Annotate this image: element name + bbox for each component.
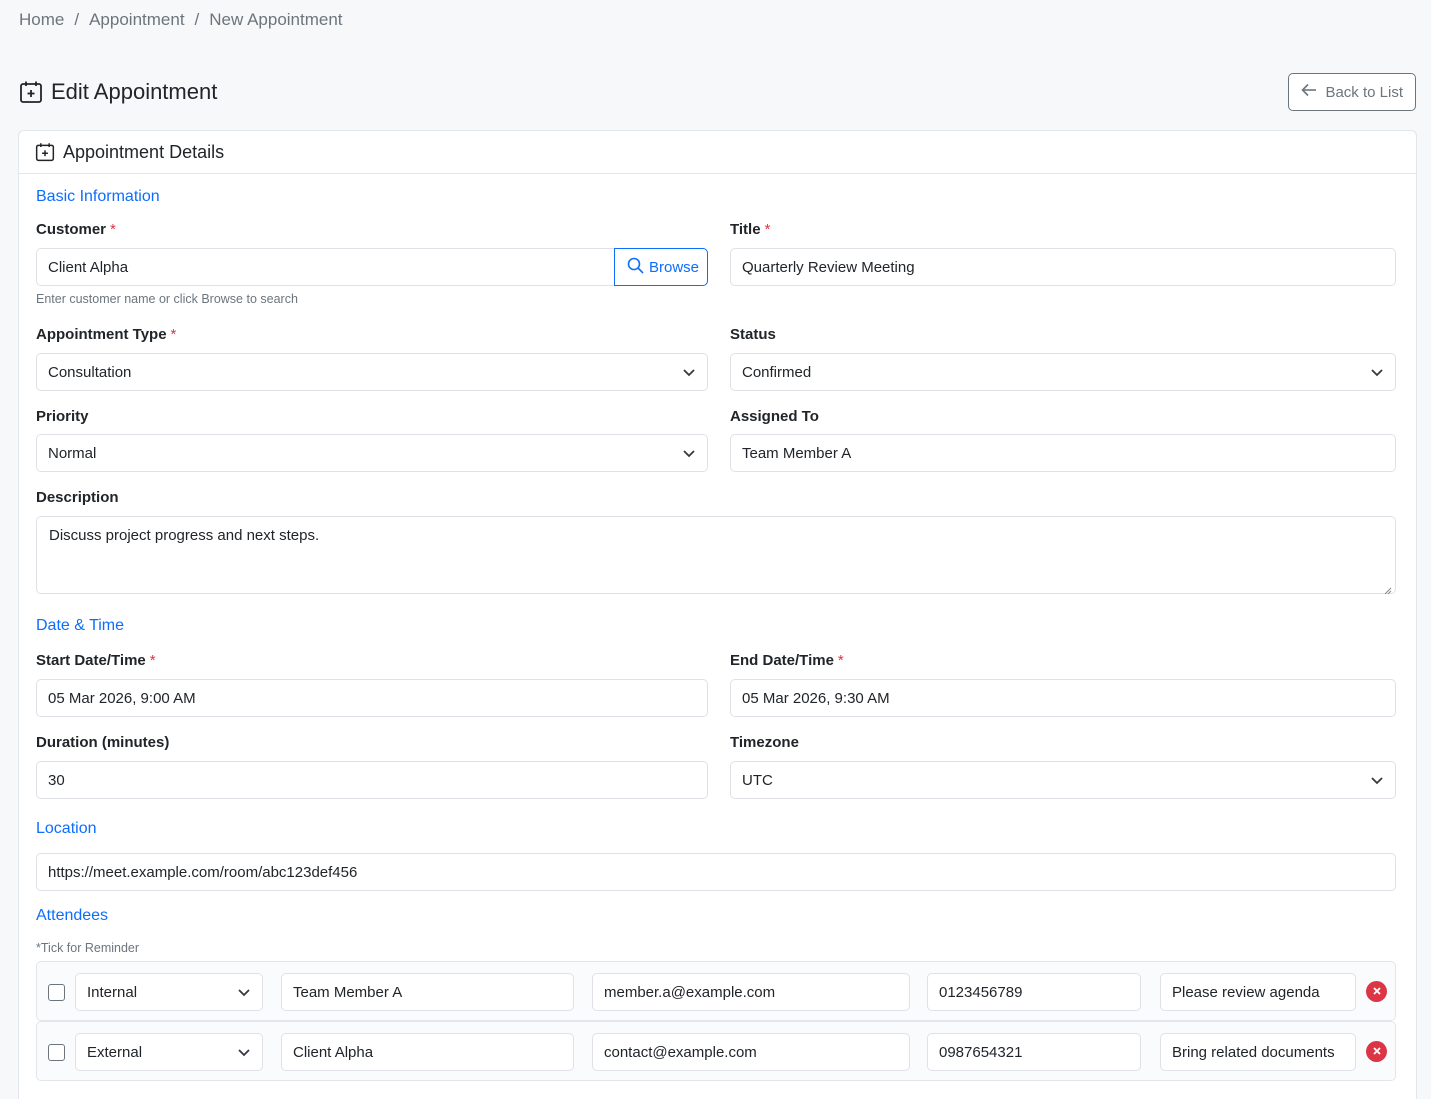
page-title-text: Edit Appointment bbox=[51, 79, 218, 104]
chevron-down-icon bbox=[237, 985, 251, 999]
location-input[interactable]: https://meet.example.com/room/abc123def4… bbox=[36, 853, 1396, 891]
duration-label: Duration (minutes) bbox=[36, 734, 170, 751]
chevron-down-icon bbox=[237, 1045, 251, 1059]
search-icon bbox=[627, 257, 644, 278]
end-datetime-label: End Date/Time * bbox=[730, 652, 844, 669]
customer-input[interactable]: Client Alpha bbox=[36, 248, 615, 286]
close-icon bbox=[1372, 983, 1382, 1000]
attendee-phone-input[interactable]: 0987654321 bbox=[927, 1033, 1141, 1071]
reminder-checkbox[interactable] bbox=[48, 1044, 65, 1061]
back-to-list-label: Back to List bbox=[1325, 83, 1403, 101]
start-datetime-label: Start Date/Time * bbox=[36, 652, 156, 669]
breadcrumb: Home / Appointment / New Appointment bbox=[19, 10, 343, 30]
title-input[interactable]: Quarterly Review Meeting bbox=[730, 248, 1396, 286]
customer-help-text: Enter customer name or click Browse to s… bbox=[36, 292, 298, 306]
calendar-plus-icon bbox=[35, 142, 55, 162]
appointment-type-select[interactable]: Consultation bbox=[36, 353, 708, 391]
calendar-plus-icon bbox=[19, 80, 43, 104]
priority-label: Priority bbox=[36, 408, 89, 425]
browse-label: Browse bbox=[649, 258, 700, 276]
start-datetime-input[interactable]: 05 Mar 2026, 9:00 AM bbox=[36, 679, 708, 717]
assigned-to-input[interactable]: Team Member A bbox=[730, 434, 1396, 472]
browse-customer-button[interactable]: Browse bbox=[614, 248, 708, 286]
chevron-down-icon bbox=[682, 365, 696, 379]
close-icon bbox=[1372, 1043, 1382, 1060]
section-location: Location bbox=[36, 820, 97, 837]
attendee-note-input[interactable]: Bring related documents bbox=[1160, 1033, 1356, 1071]
page-header: Edit Appointment Back to List bbox=[19, 73, 1416, 111]
chevron-down-icon bbox=[1370, 365, 1384, 379]
attendee-type-select[interactable]: External bbox=[75, 1033, 263, 1071]
attendee-email-input[interactable]: member.a@example.com bbox=[592, 973, 910, 1011]
remove-attendee-button[interactable] bbox=[1366, 981, 1387, 1002]
breadcrumb-separator: / bbox=[194, 10, 200, 29]
resize-handle-icon[interactable] bbox=[1384, 582, 1392, 595]
attendee-row: Internal Team Member A member.a@example.… bbox=[36, 961, 1396, 1021]
status-label: Status bbox=[730, 326, 776, 343]
customer-label: Customer * bbox=[36, 221, 116, 238]
attendee-phone-input[interactable]: 0123456789 bbox=[927, 973, 1141, 1011]
page-title: Edit Appointment bbox=[19, 79, 217, 105]
timezone-select[interactable]: UTC bbox=[730, 761, 1396, 799]
status-select[interactable]: Confirmed bbox=[730, 353, 1396, 391]
description-textarea[interactable]: Discuss project progress and next steps. bbox=[36, 516, 1396, 595]
attendee-type-select[interactable]: Internal bbox=[75, 973, 263, 1011]
attendee-note-input[interactable]: Please review agenda bbox=[1160, 973, 1356, 1011]
attendee-email-input[interactable]: contact@example.com bbox=[592, 1033, 910, 1071]
breadcrumb-appointment[interactable]: Appointment bbox=[89, 10, 184, 30]
chevron-down-icon bbox=[1370, 773, 1384, 787]
arrow-left-icon bbox=[1301, 83, 1317, 101]
breadcrumb-home[interactable]: Home bbox=[19, 10, 64, 30]
attendee-name-input[interactable]: Client Alpha bbox=[281, 1033, 574, 1071]
remove-attendee-button[interactable] bbox=[1366, 1041, 1387, 1062]
reminder-note: *Tick for Reminder bbox=[36, 941, 140, 955]
priority-select[interactable]: Normal bbox=[36, 434, 708, 472]
appointment-type-label: Appointment Type * bbox=[36, 326, 177, 343]
assigned-to-label: Assigned To bbox=[730, 408, 819, 425]
section-date-time: Date & Time bbox=[36, 617, 125, 634]
card-title: Appointment Details bbox=[63, 141, 225, 162]
attendee-row: External Client Alpha contact@example.co… bbox=[36, 1021, 1396, 1081]
breadcrumb-current: New Appointment bbox=[209, 10, 343, 29]
back-to-list-button[interactable]: Back to List bbox=[1288, 73, 1416, 111]
section-attendees: Attendees bbox=[36, 907, 109, 924]
breadcrumb-separator: / bbox=[74, 10, 80, 29]
section-basic-information: Basic Information bbox=[36, 188, 160, 205]
end-datetime-input[interactable]: 05 Mar 2026, 9:30 AM bbox=[730, 679, 1396, 717]
card-header: Appointment Details bbox=[19, 131, 1416, 174]
title-label: Title * bbox=[730, 221, 771, 238]
attendee-name-input[interactable]: Team Member A bbox=[281, 973, 574, 1011]
appointment-details-card: Appointment Details Basic Information Cu… bbox=[18, 130, 1417, 1099]
duration-input[interactable]: 30 bbox=[36, 761, 708, 799]
chevron-down-icon bbox=[682, 446, 696, 460]
description-label: Description bbox=[36, 489, 119, 506]
reminder-checkbox[interactable] bbox=[48, 984, 65, 1001]
timezone-label: Timezone bbox=[730, 734, 799, 751]
